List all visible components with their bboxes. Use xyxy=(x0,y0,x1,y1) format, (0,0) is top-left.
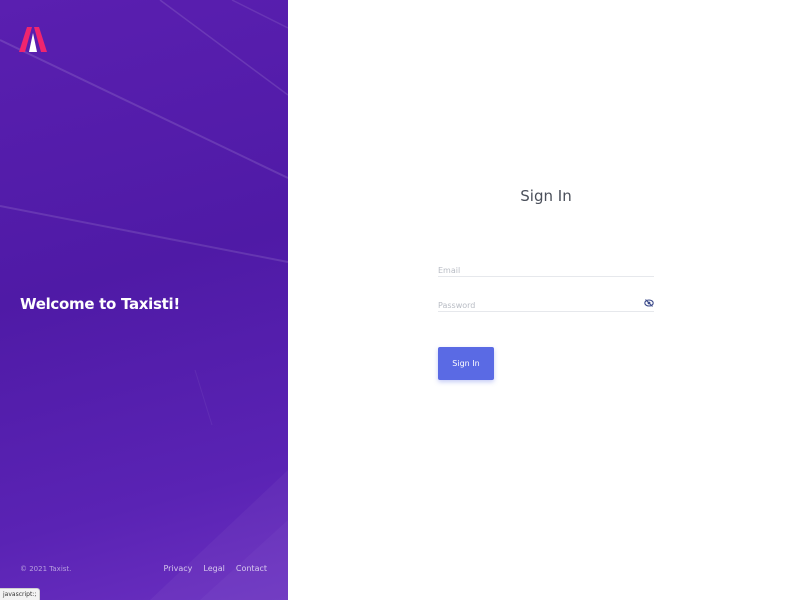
footer-link-privacy[interactable]: Privacy xyxy=(163,564,192,573)
login-page: Welcome to Taxisti! © 2021 Taxist. Priva… xyxy=(0,0,800,600)
password-input[interactable] xyxy=(438,298,638,313)
signin-panel: Sign In Sign In xyxy=(288,0,800,600)
welcome-heading: Welcome to Taxisti! xyxy=(20,295,180,313)
footer-link-contact[interactable]: Contact xyxy=(236,564,267,573)
footer-link-legal[interactable]: Legal xyxy=(203,564,224,573)
copyright-text: © 2021 Taxist. xyxy=(20,565,72,573)
password-field xyxy=(438,293,654,313)
email-field xyxy=(438,258,654,278)
email-input[interactable] xyxy=(438,263,638,278)
footer-links: Privacy Legal Contact xyxy=(163,564,267,573)
signin-title: Sign In xyxy=(520,187,572,205)
signin-button[interactable]: Sign In xyxy=(438,347,494,380)
status-url-tooltip: javascript:; xyxy=(0,588,41,600)
eye-icon[interactable] xyxy=(644,293,654,307)
taxisti-logo-icon[interactable] xyxy=(19,27,49,53)
brand-panel: Welcome to Taxisti! © 2021 Taxist. Priva… xyxy=(0,0,288,600)
